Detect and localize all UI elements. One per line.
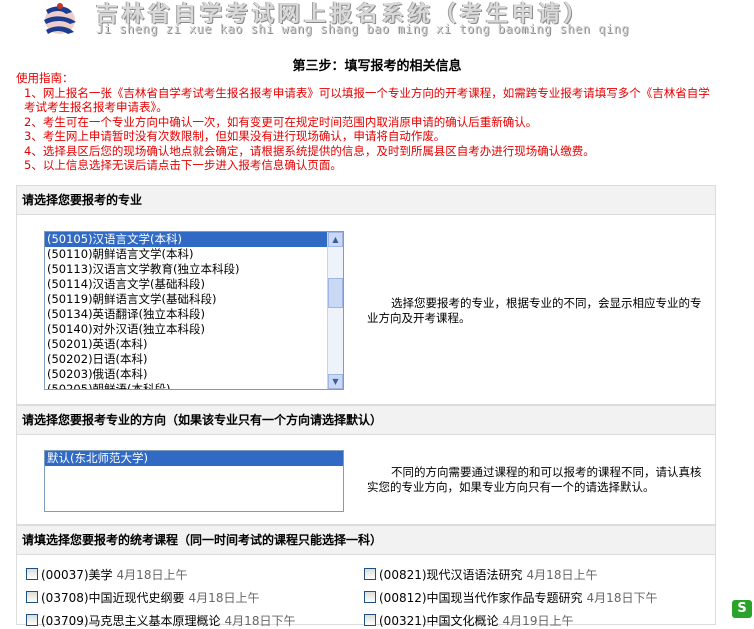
course-checkbox[interactable] xyxy=(26,568,38,580)
scroll-down-icon[interactable]: ▼ xyxy=(328,374,343,389)
course-item[interactable]: (03708)中国近现代史纲要 4月18日上午 xyxy=(26,590,259,606)
scroll-thumb[interactable] xyxy=(328,278,343,308)
course-checkbox[interactable] xyxy=(364,614,376,626)
major-section-heading: 请选择您要报考的专业 xyxy=(16,185,716,215)
course-name: (00321)中国文化概论 xyxy=(379,614,499,628)
course-item[interactable]: (03709)马克思主义基本原理概论 4月18日下午 xyxy=(26,613,295,629)
guide-item: 1、网上报名一张《吉林省自学考试考生报名报考申请表》可以填报一个专业方向的开考课… xyxy=(24,85,710,115)
course-item[interactable]: (00821)现代汉语语法研究 4月18日上午 xyxy=(364,567,597,583)
major-option[interactable]: (50140)对外汉语(独立本科段) xyxy=(45,322,343,337)
course-checkbox[interactable] xyxy=(26,591,38,603)
direction-hint: 不同的方向需要通过课程的和可以报考的课程不同，请认真核实您的专业方向，如果专业方… xyxy=(367,465,702,494)
major-option[interactable]: (50205)朝鲜语(本科段) xyxy=(45,382,343,389)
direction-option[interactable]: 默认(东北师范大学) xyxy=(45,451,343,466)
major-option[interactable]: (50202)日语(本科) xyxy=(45,352,343,367)
site-title-pinyin: Ji sheng zi xue kao shi wang shang bao m… xyxy=(96,22,629,36)
scroll-up-icon[interactable]: ▲ xyxy=(328,232,343,247)
major-option[interactable]: (50114)汉语言文学(基础科段) xyxy=(45,277,343,292)
major-option[interactable]: (50203)俄语(本科) xyxy=(45,367,343,382)
major-option[interactable]: (50119)朝鲜语言文学(基础科段) xyxy=(45,292,343,307)
major-listbox[interactable]: (50105)汉语言文学(本科) (50110)朝鲜语言文学(本科) (5011… xyxy=(44,231,344,390)
guide-item: 2、考生可在一个专业方向中确认一次，如有变更可在规定时间范围内取消原申请的确认后… xyxy=(24,114,538,129)
guide-item: 5、以上信息选择无误后请点击下一步进入报考信息确认页面。 xyxy=(24,158,342,172)
course-name: (03709)马克思主义基本原理概论 xyxy=(41,614,221,628)
jilin-logo-icon xyxy=(44,3,76,34)
major-section: (50105)汉语言文学(本科) (50110)朝鲜语言文学(本科) (5011… xyxy=(16,215,716,405)
course-item[interactable]: (00812)中国现当代作家作品专题研究 4月18日下午 xyxy=(364,590,657,606)
site-header: 吉林省自学考试网上报名系统（考生申请） Ji sheng zi xue kao … xyxy=(0,0,754,44)
course-name: (00821)现代汉语语法研究 xyxy=(379,568,523,582)
course-name: (03708)中国近现代史纲要 xyxy=(41,591,185,605)
course-date: 4月18日上午 xyxy=(188,591,260,605)
course-date: 4月18日上午 xyxy=(116,568,188,582)
course-name: (00037)美学 xyxy=(41,568,113,582)
course-item[interactable]: (00321)中国文化概论 4月19日上午 xyxy=(364,613,573,629)
course-date: 4月18日下午 xyxy=(586,591,658,605)
major-option[interactable]: (50110)朝鲜语言文学(本科) xyxy=(45,247,343,262)
course-checkbox[interactable] xyxy=(364,591,376,603)
guide-item: 4、选择县区后您的现场确认地点就会确定，请根据系统提供的信息，及时到所属县区自考… xyxy=(24,143,595,158)
course-section-heading: 请填选择您要报考的统考课程（同一时间考试的课程只能选择一科） xyxy=(16,525,716,555)
major-option[interactable]: (50134)英语翻译(独立本科段) xyxy=(45,307,343,322)
direction-section: 默认(东北师范大学) 不同的方向需要通过课程的和可以报考的课程不同，请认真核实您… xyxy=(16,435,716,525)
course-checkbox[interactable] xyxy=(26,614,38,626)
course-date: 4月18日上午 xyxy=(526,568,598,582)
guide-heading: 使用指南： xyxy=(16,71,74,85)
direction-listbox[interactable]: 默认(东北师范大学) xyxy=(44,450,344,512)
major-listbox-scrollbar[interactable]: ▲ ▼ xyxy=(327,232,343,389)
course-item[interactable]: (00037)美学 4月18日上午 xyxy=(26,567,187,583)
major-option[interactable]: (50201)英语(本科) xyxy=(45,337,343,352)
course-date: 4月19日上午 xyxy=(502,614,574,628)
floating-helper-icon[interactable]: S xyxy=(732,600,752,618)
course-checkbox[interactable] xyxy=(364,568,376,580)
usage-guide: 使用指南： 1、网上报名一张《吉林省自学考试考生报名报考申请表》可以填报一个专业… xyxy=(16,71,736,173)
course-name: (00812)中国现当代作家作品专题研究 xyxy=(379,591,583,605)
major-hint: 选择您要报考的专业，根据专业的不同，会显示相应专业的专业方向及开考课程。 xyxy=(367,296,702,325)
major-option[interactable]: (50113)汉语言文学教育(独立本科段) xyxy=(45,262,343,277)
direction-section-heading: 请选择您要报考专业的方向（如果该专业只有一个方向请选择默认） xyxy=(16,405,716,435)
major-option[interactable]: (50105)汉语言文学(本科) xyxy=(45,232,327,247)
course-section: (00037)美学 4月18日上午 (00821)现代汉语语法研究 4月18日上午 … xyxy=(16,555,716,628)
guide-item: 3、考生网上申请暂时没有次数限制，但如果没有进行现场确认，申请将自动作废。 xyxy=(24,129,446,143)
course-date: 4月18日下午 xyxy=(224,614,296,628)
